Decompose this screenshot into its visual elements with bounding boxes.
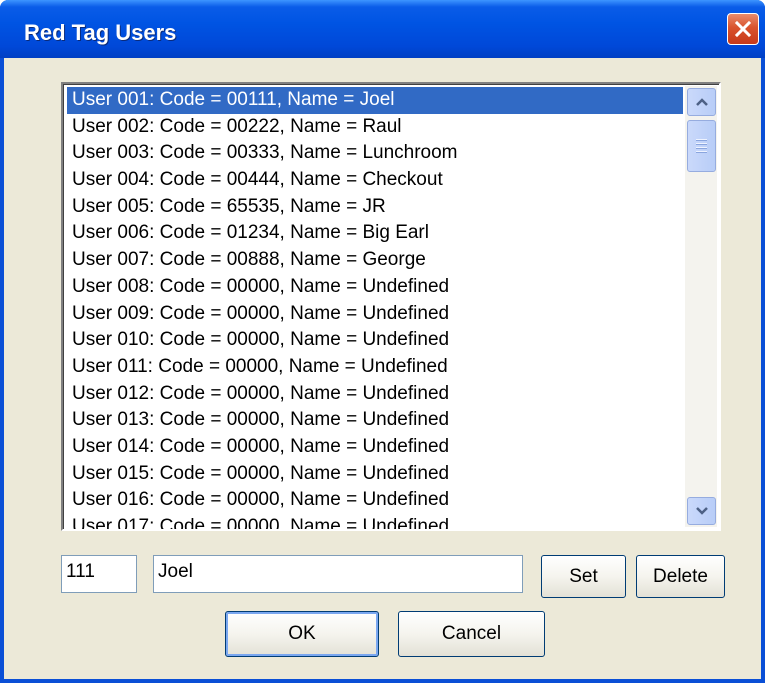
- list-item[interactable]: User 006: Code = 01234, Name = Big Earl: [67, 220, 683, 247]
- list-item[interactable]: User 003: Code = 00333, Name = Lunchroom: [67, 140, 683, 167]
- list-item[interactable]: User 013: Code = 00000, Name = Undefined: [67, 407, 683, 434]
- list-item[interactable]: User 007: Code = 00888, Name = George: [67, 247, 683, 274]
- code-input[interactable]: 111: [61, 555, 137, 593]
- list-item[interactable]: User 011: Code = 00000, Name = Undefined: [67, 354, 683, 381]
- chevron-up-icon: [695, 98, 708, 106]
- vertical-scrollbar[interactable]: [685, 86, 717, 527]
- list-item[interactable]: User 001: Code = 00111, Name = Joel: [67, 87, 683, 114]
- dialog-window: Red Tag Users User 001: Code = 00111, Na…: [0, 0, 765, 683]
- close-icon: [734, 20, 752, 38]
- window-title: Red Tag Users: [24, 20, 177, 45]
- users-listbox[interactable]: User 001: Code = 00111, Name = Joel User …: [61, 82, 721, 531]
- grip-icon: [696, 139, 707, 153]
- set-button[interactable]: Set: [541, 555, 626, 598]
- name-input[interactable]: Joel: [153, 555, 523, 593]
- dialog-client-area: User 001: Code = 00111, Name = Joel User …: [4, 58, 761, 679]
- cancel-button[interactable]: Cancel: [398, 611, 545, 657]
- list-item[interactable]: User 010: Code = 00000, Name = Undefined: [67, 327, 683, 354]
- users-list: User 001: Code = 00111, Name = Joel User …: [67, 87, 683, 529]
- list-item[interactable]: User 009: Code = 00000, Name = Undefined: [67, 301, 683, 328]
- list-item[interactable]: User 015: Code = 00000, Name = Undefined: [67, 461, 683, 488]
- chevron-down-icon: [695, 507, 708, 515]
- list-item[interactable]: User 008: Code = 00000, Name = Undefined: [67, 274, 683, 301]
- list-item[interactable]: User 014: Code = 00000, Name = Undefined: [67, 434, 683, 461]
- list-item[interactable]: User 016: Code = 00000, Name = Undefined: [67, 487, 683, 514]
- list-item[interactable]: User 012: Code = 00000, Name = Undefined: [67, 381, 683, 408]
- list-item[interactable]: User 017: Code = 00000, Name = Undefined: [67, 514, 683, 529]
- delete-button[interactable]: Delete: [636, 555, 725, 598]
- close-button[interactable]: [727, 13, 759, 45]
- ok-button[interactable]: OK: [225, 611, 379, 657]
- list-item[interactable]: User 004: Code = 00444, Name = Checkout: [67, 167, 683, 194]
- scroll-up-button[interactable]: [687, 88, 716, 116]
- list-item[interactable]: User 005: Code = 65535, Name = JR: [67, 194, 683, 221]
- scroll-thumb[interactable]: [687, 120, 716, 172]
- title-bar[interactable]: Red Tag Users: [0, 0, 765, 58]
- list-item[interactable]: User 002: Code = 00222, Name = Raul: [67, 114, 683, 141]
- scroll-down-button[interactable]: [687, 497, 716, 525]
